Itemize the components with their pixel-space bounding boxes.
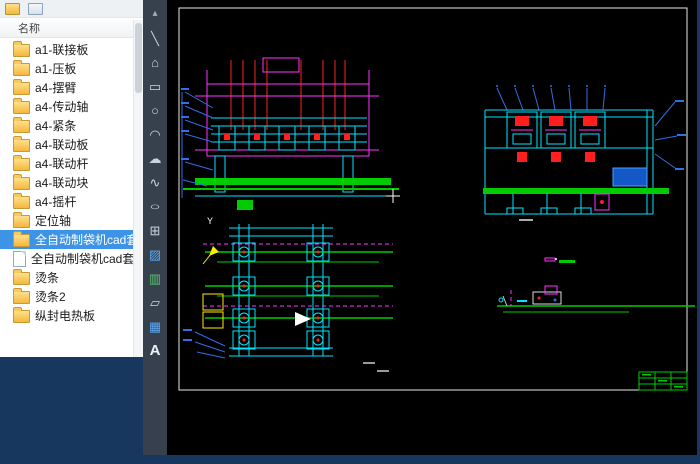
window-icon[interactable] — [28, 2, 43, 15]
file-name: 全自动制袋机cad套 — [31, 252, 135, 266]
region-icon: ▱ — [150, 294, 160, 310]
tool-region-button[interactable]: ▱ — [143, 290, 167, 314]
cad-application-window: 名称 a1-联接板 a1-压板 a4-摆臂 a4-传动轴 a4-紧条 a4-联动… — [0, 0, 700, 464]
folder-icon — [13, 41, 30, 57]
list-item[interactable]: a4-联动板 — [0, 135, 143, 154]
list-item[interactable]: a4-联动杆 — [0, 154, 143, 173]
folder-icon — [13, 288, 30, 304]
file-name: a4-紧条 — [35, 119, 77, 133]
tool-circle-button[interactable]: ○ — [143, 98, 167, 122]
folder-icon — [13, 212, 30, 228]
file-name: 全自动制袋机cad套 — [35, 233, 139, 247]
list-item[interactable]: a1-压板 — [0, 59, 143, 78]
tool-polygon-button[interactable]: ⌂ — [143, 50, 167, 74]
list-item[interactable]: 烫条 — [0, 268, 143, 287]
line-icon: ╲ — [151, 30, 159, 46]
tool-gradient-button[interactable]: ▥ — [143, 266, 167, 290]
folder-icon — [13, 117, 30, 133]
ellipse-icon: ○ — [149, 200, 161, 212]
file-explorer-panel: 名称 a1-联接板 a1-压板 a4-摆臂 a4-传动轴 a4-紧条 a4-联动… — [0, 0, 143, 357]
list-item[interactable]: 烫条2 — [0, 287, 143, 306]
folder-icon — [13, 174, 30, 190]
tool-revcloud-button[interactable]: ☁ — [143, 146, 167, 170]
list-item[interactable]: a4-摆臂 — [0, 78, 143, 97]
tool-hatch-button[interactable]: ▨ — [143, 242, 167, 266]
sealing-bar-view — [497, 286, 695, 312]
hatch-icon: ▨ — [148, 246, 162, 262]
list-item[interactable]: 纵封电热板 — [0, 306, 143, 325]
list-item[interactable]: a4-摇杆 — [0, 192, 143, 211]
list-item-selected[interactable]: 全自动制袋机cad套 — [0, 230, 143, 249]
file-name: 烫条 — [35, 271, 60, 285]
direction-label-y: Y — [207, 216, 213, 226]
circle-icon: ○ — [151, 102, 159, 118]
file-name: a4-联动杆 — [35, 157, 89, 171]
list-item[interactable]: a4-紧条 — [0, 116, 143, 135]
insert-block-icon: ⊞ — [149, 222, 161, 238]
revision-cloud-icon: ☁ — [148, 150, 162, 166]
column-header-name[interactable]: 名称 — [0, 18, 143, 38]
list-item[interactable]: 定位轴 — [0, 211, 143, 230]
file-name: a4-传动轴 — [35, 100, 89, 114]
folder-icon — [13, 231, 30, 247]
list-item[interactable]: 全自动制袋机cad套 — [0, 249, 143, 268]
tool-insert-block-button[interactable]: ⊞ — [143, 218, 167, 242]
column-header-label: 名称 — [18, 22, 40, 35]
spline-icon: ∿ — [149, 174, 161, 190]
list-item[interactable]: a1-联接板 — [0, 40, 143, 59]
tool-line-button[interactable]: ╲ — [143, 26, 167, 50]
file-name: a4-摆臂 — [35, 81, 77, 95]
tool-ellipse-button[interactable]: ○ — [143, 194, 167, 218]
table-icon: ▦ — [148, 318, 162, 334]
side-view-drawing — [483, 85, 686, 221]
arc-icon: ◠ — [149, 126, 161, 142]
list-item[interactable]: a4-联动块 — [0, 173, 143, 192]
folder-icon — [13, 155, 30, 171]
file-name: 定位轴 — [35, 214, 72, 228]
file-name: 纵封电热板 — [35, 309, 96, 323]
file-name: a4-联动块 — [35, 176, 89, 190]
draw-toolbar: ▴ ╲ ⌂ ▭ ○ ◠ ☁ ∿ ○ ⊞ ▨ ▥ ▱ ▦ A — [143, 0, 167, 464]
title-block — [639, 372, 687, 390]
file-name: a4-联动板 — [35, 138, 89, 152]
file-name: a4-摇杆 — [35, 195, 77, 209]
folder-icon — [13, 193, 30, 209]
tool-table-button[interactable]: ▦ — [143, 314, 167, 338]
file-list: a1-联接板 a1-压板 a4-摆臂 a4-传动轴 a4-紧条 a4-联动板 a… — [0, 38, 143, 325]
folder-icon — [13, 269, 30, 285]
folder-icon — [13, 136, 30, 152]
file-name: 烫条2 — [35, 290, 66, 304]
scroll-up-icon: ▴ — [152, 8, 158, 19]
cad-drawing: Y — [167, 0, 697, 455]
polygon-icon: ⌂ — [151, 54, 159, 70]
folder-icon — [13, 98, 30, 114]
scrollbar-thumb[interactable] — [135, 23, 142, 93]
folder-icon — [13, 60, 30, 76]
list-item[interactable]: a4-传动轴 — [0, 97, 143, 116]
folder-icon — [13, 79, 30, 95]
file-name: a1-压板 — [35, 62, 77, 76]
plan-view-drawing: Y — [183, 189, 400, 372]
file-panel-scrollbar[interactable] — [133, 20, 143, 357]
document-icon — [13, 250, 26, 267]
status-strip — [0, 455, 700, 464]
file-name: a1-联接板 — [35, 43, 89, 57]
cad-drawing-canvas[interactable]: Y — [167, 0, 697, 455]
tool-rectangle-button[interactable]: ▭ — [143, 74, 167, 98]
detail-callout — [545, 258, 575, 263]
gradient-icon: ▥ — [148, 270, 162, 286]
tool-text-button[interactable]: A — [143, 338, 167, 362]
explorer-toolbar — [0, 0, 143, 18]
tool-arc-button[interactable]: ◠ — [143, 122, 167, 146]
rectangle-icon: ▭ — [148, 78, 162, 94]
front-view-drawing — [181, 58, 399, 210]
folder-icon — [13, 307, 30, 323]
text-icon: A — [149, 341, 161, 359]
tool-spline-button[interactable]: ∿ — [143, 170, 167, 194]
tool-scroll-up-button[interactable]: ▴ — [143, 2, 167, 26]
folder-icon[interactable] — [5, 2, 20, 15]
